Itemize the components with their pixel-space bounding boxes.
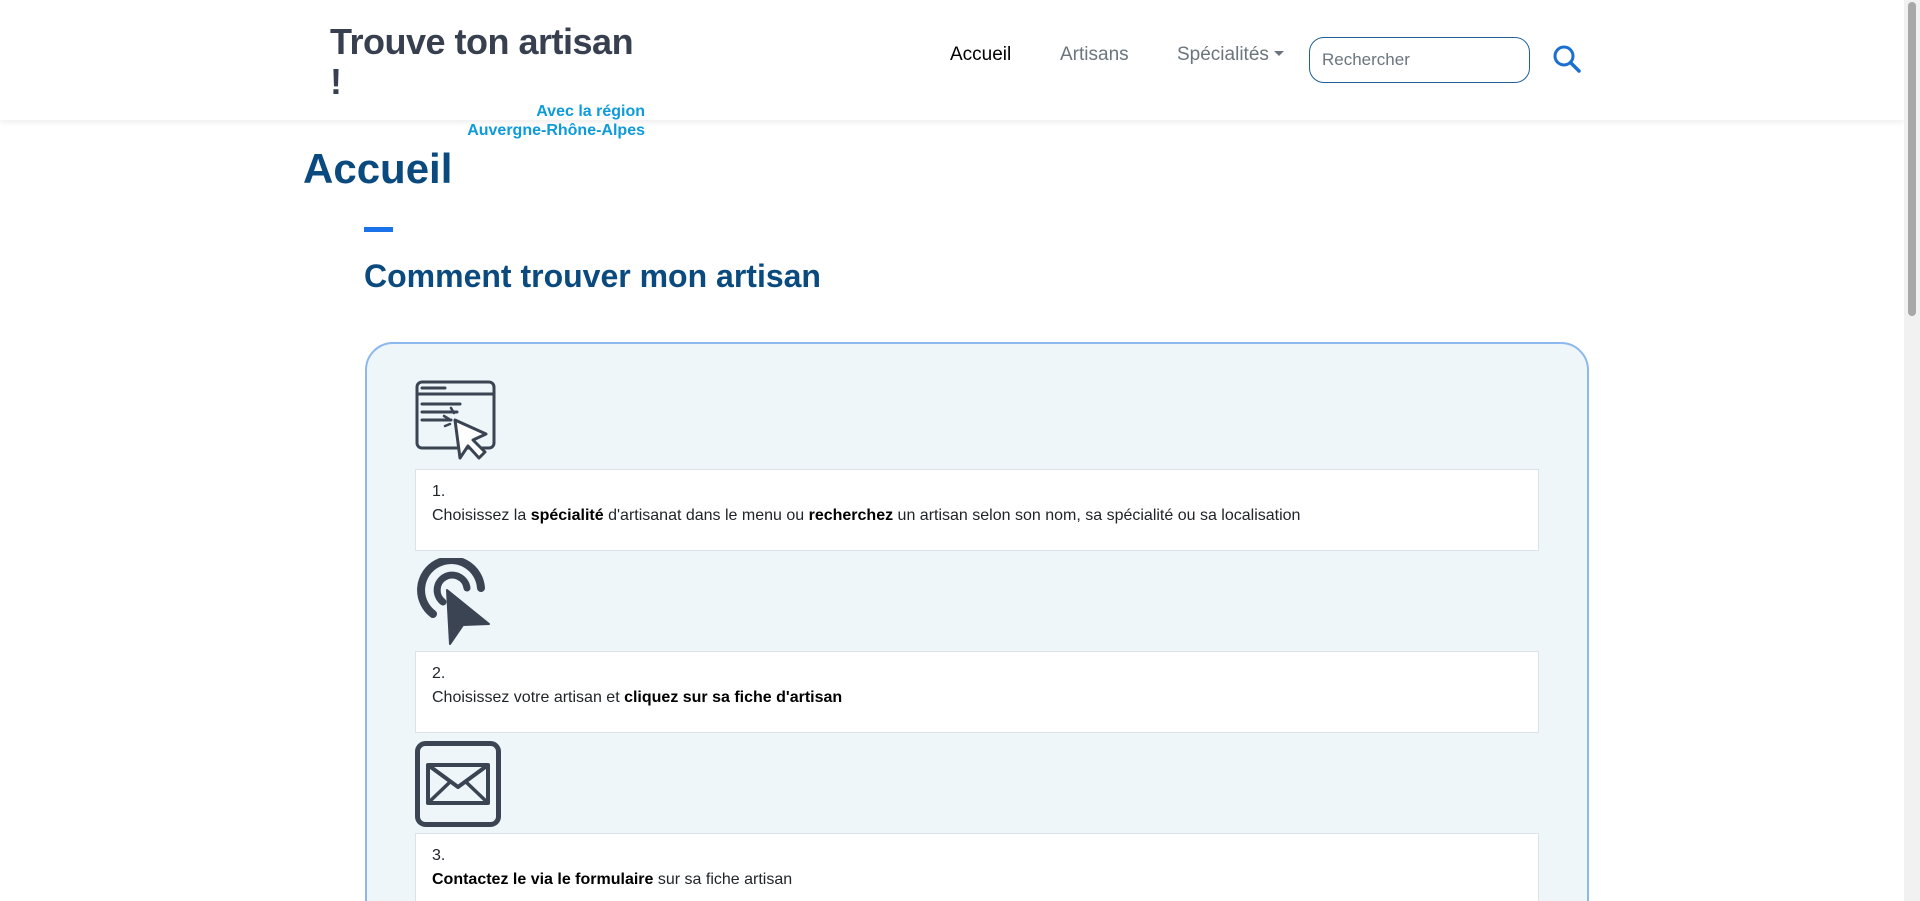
chevron-down-icon	[1273, 51, 1284, 56]
envelope-icon	[415, 741, 501, 832]
step-1-card: 1. Choisissez la spécialité d'artisanat …	[415, 469, 1539, 551]
step-3-card: 3. Contactez le via le formulaire sur sa…	[415, 833, 1539, 901]
step-3-number: 3.	[432, 847, 446, 864]
brand-title: Trouve ton artisan !	[330, 21, 634, 102]
step-1-text: Choisissez la spécialité d'artisanat dan…	[432, 507, 1301, 524]
browser-click-icon	[415, 380, 497, 465]
brand-logo-link[interactable]: Trouve ton artisan ! Avec la région Auve…	[330, 22, 645, 140]
step-2-text: Choisissez votre artisan et cliquez sur …	[432, 689, 843, 706]
tap-pointer-icon	[415, 556, 497, 653]
nav-link-specialites[interactable]: Spécialités	[1177, 44, 1284, 66]
step-1-number: 1.	[432, 483, 446, 500]
step-3-text: Contactez le via le formulaire sur sa fi…	[432, 871, 793, 888]
section-title: Comment trouver mon artisan	[364, 258, 821, 294]
search-input[interactable]	[1309, 37, 1530, 83]
step-2-number: 2.	[432, 665, 446, 682]
scrollbar[interactable]	[1904, 0, 1920, 901]
nav-link-artisans[interactable]: Artisans	[1060, 44, 1129, 66]
search-button[interactable]	[1551, 44, 1583, 76]
section-accent-bar	[364, 227, 393, 232]
nav-link-accueil[interactable]: Accueil	[950, 44, 1011, 66]
brand-subtitle-line2: Auvergne-Rhône-Alpes	[467, 122, 645, 139]
steps-card: 1. Choisissez la spécialité d'artisanat …	[365, 342, 1589, 901]
scrollbar-thumb[interactable]	[1908, 2, 1916, 316]
navbar: Trouve ton artisan ! Avec la région Auve…	[0, 0, 1904, 139]
brand-subtitle-line1: Avec la région	[536, 103, 645, 120]
step-2-card: 2. Choisissez votre artisan et cliquez s…	[415, 651, 1539, 733]
page-title: Accueil	[303, 145, 453, 192]
search-icon	[1553, 45, 1581, 73]
nav-link-specialites-label: Spécialités	[1177, 44, 1269, 65]
